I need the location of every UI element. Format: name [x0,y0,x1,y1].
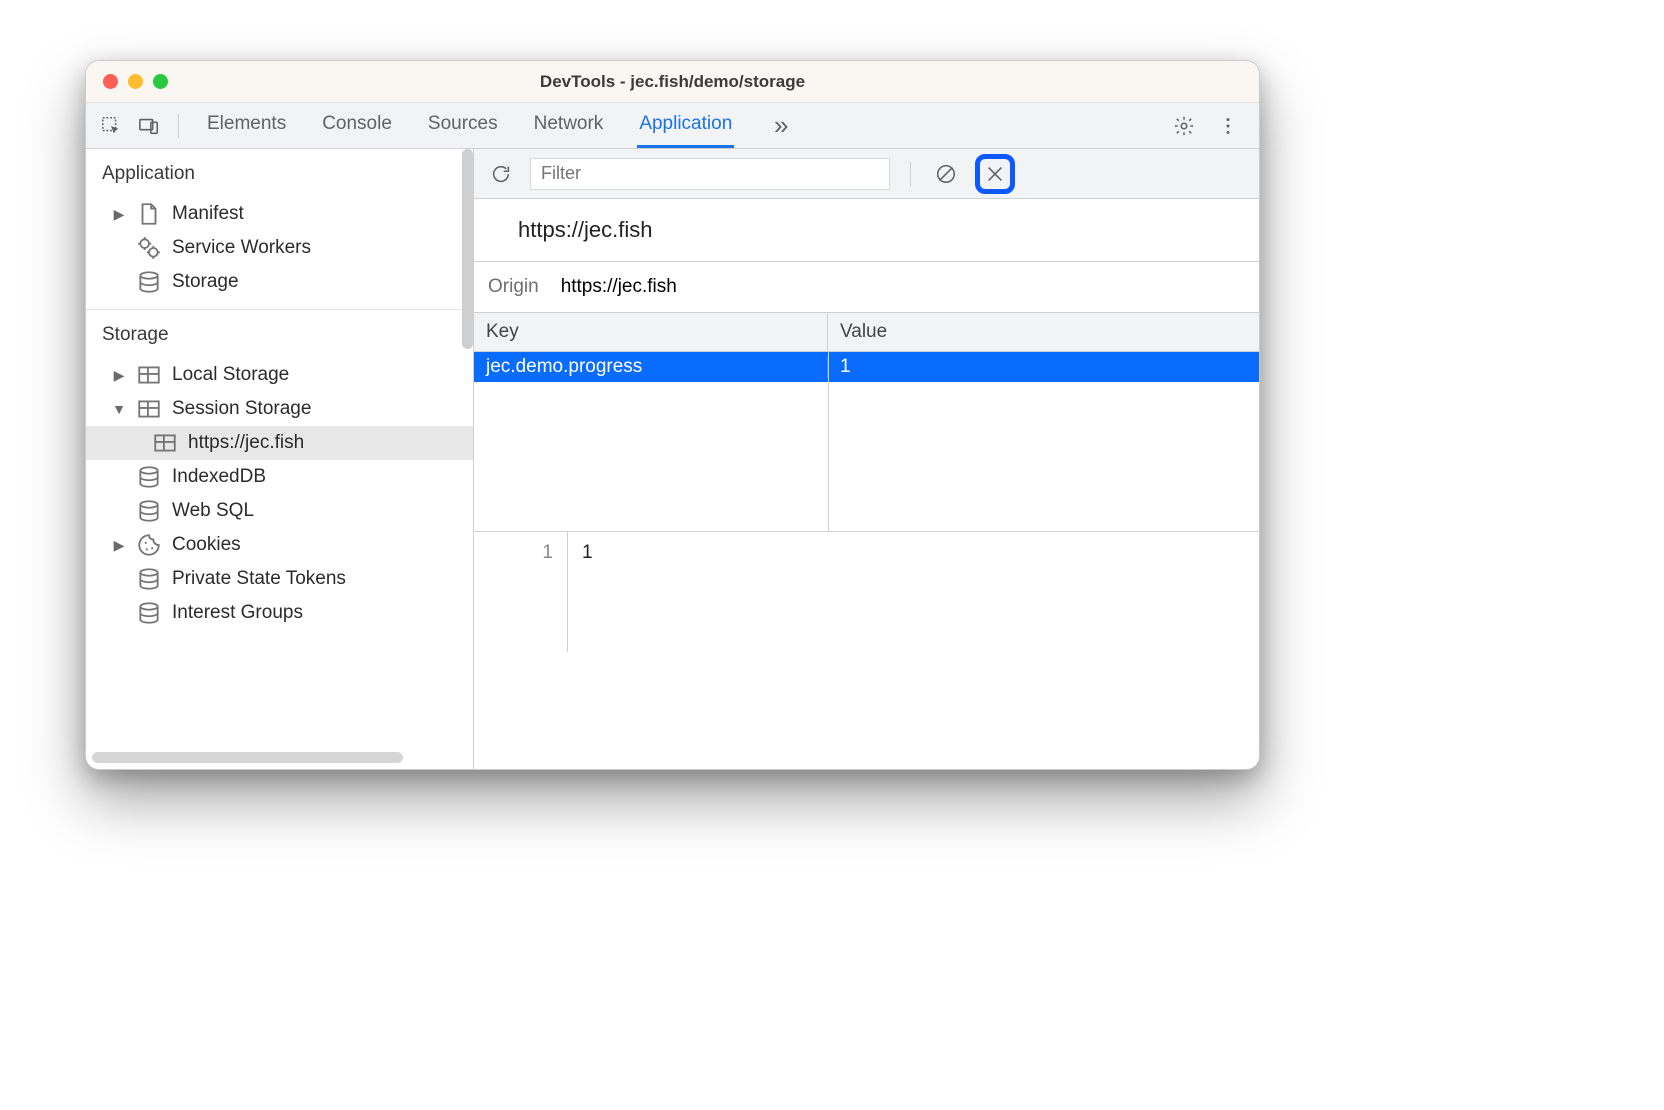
sidebar-item-cookies[interactable]: ▶ Cookies [86,528,473,562]
gears-icon [136,236,162,260]
cell-key[interactable]: jec.demo.progress [474,356,828,378]
sidebar-item-label: Storage [172,271,239,293]
sidebar-item-label: Cookies [172,534,241,556]
sidebar-item-label: Service Workers [172,237,311,259]
main-toolbar: Elements Console Sources Network Applica… [86,103,1259,149]
sidebar-item-label: Session Storage [172,398,311,420]
table-icon [136,363,162,387]
application-sidebar: Application ▶ Manifest Service Workers [86,149,474,769]
cell-value[interactable]: 1 [828,356,1259,378]
tab-application[interactable]: Application [637,103,734,148]
separator [178,114,179,138]
sidebar-item-manifest[interactable]: ▶ Manifest [86,197,473,231]
storage-table-header: Key Value [474,313,1259,352]
sidebar-scrollbar-horizontal[interactable] [92,752,403,763]
tab-console[interactable]: Console [320,103,394,148]
table-icon [136,397,162,421]
sidebar-item-indexeddb[interactable]: IndexedDB [86,460,473,494]
file-icon [136,202,162,226]
table-row[interactable]: jec.demo.progress 1 [474,352,1259,382]
sidebar-item-session-storage-origin[interactable]: https://jec.fish [86,426,473,460]
toolbar-right [1169,111,1243,141]
table-icon [152,431,178,455]
sidebar-item-private-state-tokens[interactable]: Private State Tokens [86,562,473,596]
refresh-icon[interactable] [486,159,516,189]
sidebar-item-label: Private State Tokens [172,568,346,590]
section-application-header: Application [86,149,473,197]
kebab-menu-icon[interactable] [1213,111,1243,141]
collapse-arrow-icon[interactable]: ▼ [112,401,126,417]
database-icon [136,567,162,591]
sidebar-item-label: Manifest [172,203,244,225]
sidebar-item-websql[interactable]: Web SQL [86,494,473,528]
device-toolbar-icon[interactable] [134,111,164,141]
database-icon [136,465,162,489]
value-preview: 1 1 [474,532,1259,652]
database-icon [136,601,162,625]
storage-origin-title: https://jec.fish [474,199,1259,262]
sidebar-item-label: Web SQL [172,500,254,522]
origin-value: https://jec.fish [561,276,677,298]
storage-table-body[interactable]: jec.demo.progress 1 [474,352,1259,532]
sidebar-item-label: https://jec.fish [188,432,304,454]
settings-icon[interactable] [1169,111,1199,141]
separator [910,162,911,186]
zoom-window-button[interactable] [153,74,168,89]
devtools-window: DevTools - jec.fish/demo/storage Element… [85,60,1260,770]
sidebar-item-service-workers[interactable]: Service Workers [86,231,473,265]
sidebar-item-interest-groups[interactable]: Interest Groups [86,596,473,630]
filter-input[interactable] [530,158,890,190]
filter-toolbar [474,149,1259,199]
panel-tabs: Elements Console Sources Network Applica… [205,103,1161,148]
column-value[interactable]: Value [828,313,1259,351]
column-key[interactable]: Key [474,313,828,351]
preview-line-number: 1 [474,532,568,652]
sidebar-scrollbar-vertical[interactable] [462,149,473,349]
inspect-element-icon[interactable] [96,111,126,141]
cookie-icon [136,533,162,557]
main-split: Application ▶ Manifest Service Workers [86,149,1259,769]
database-icon [136,270,162,294]
tab-network[interactable]: Network [532,103,606,148]
storage-detail-panel: https://jec.fish Origin https://jec.fish… [474,149,1259,769]
clear-all-icon[interactable] [931,159,961,189]
expand-arrow-icon: ▶ [112,206,126,223]
tab-elements[interactable]: Elements [205,103,288,148]
origin-label: Origin [488,276,539,298]
titlebar: DevTools - jec.fish/demo/storage [86,61,1259,103]
sidebar-item-storage-overview[interactable]: Storage [86,265,473,299]
origin-row: Origin https://jec.fish [474,262,1259,313]
sidebar-item-label: Interest Groups [172,602,303,624]
window-title: DevTools - jec.fish/demo/storage [86,72,1259,92]
more-tabs-icon[interactable]: » [766,111,796,141]
sidebar-item-label: IndexedDB [172,466,266,488]
tab-sources[interactable]: Sources [426,103,500,148]
preview-value: 1 [568,532,607,652]
sidebar-item-local-storage[interactable]: ▶ Local Storage [86,358,473,392]
sidebar-item-session-storage[interactable]: ▼ Session Storage [86,392,473,426]
sidebar-item-label: Local Storage [172,364,289,386]
delete-selected-icon[interactable] [983,162,1007,186]
close-window-button[interactable] [103,74,118,89]
database-icon [136,499,162,523]
expand-arrow-icon[interactable]: ▶ [112,537,126,554]
minimize-window-button[interactable] [128,74,143,89]
column-resize-handle[interactable] [828,352,829,531]
traffic-lights [103,74,168,89]
section-storage-header: Storage [86,310,473,358]
delete-selected-highlight [975,154,1015,194]
expand-arrow-icon[interactable]: ▶ [112,367,126,384]
